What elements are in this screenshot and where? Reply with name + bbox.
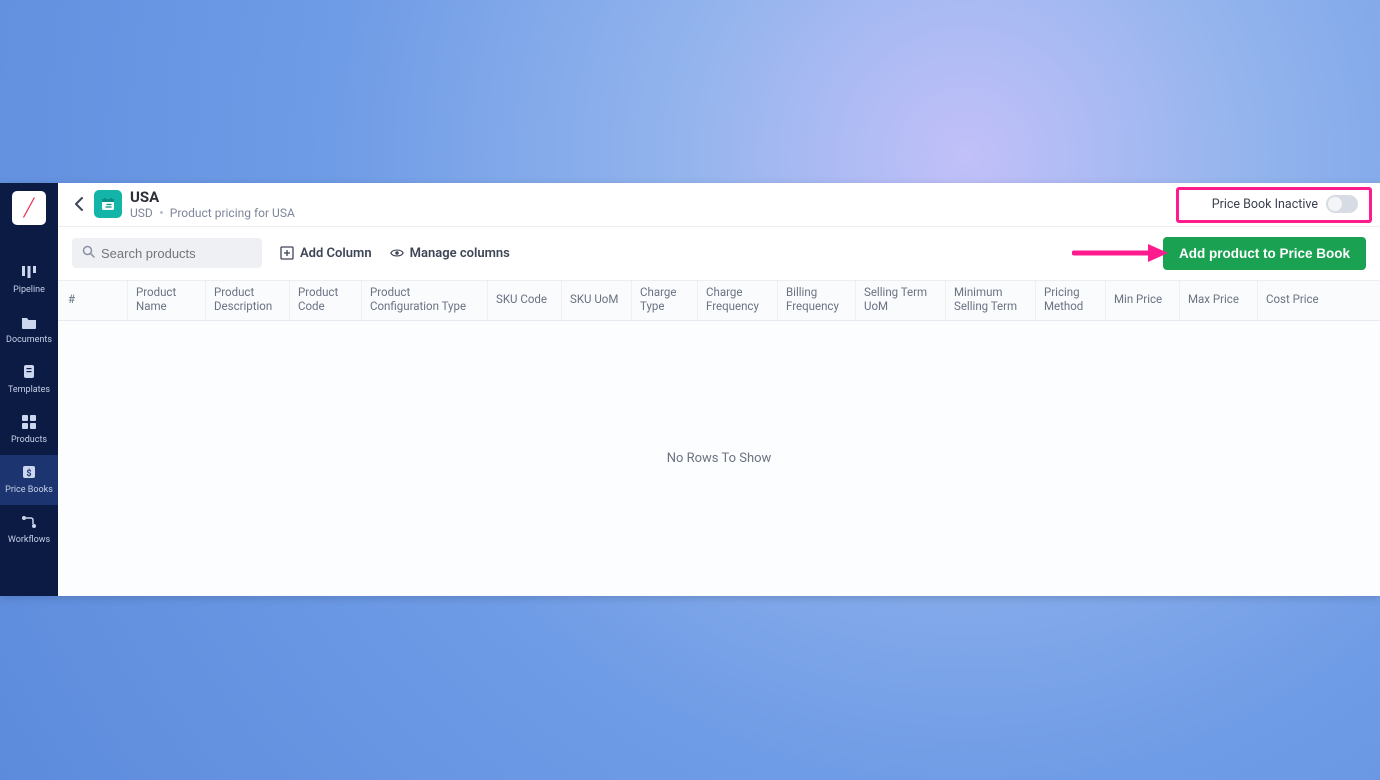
column-header[interactable]: Product Name (128, 281, 206, 320)
column-header[interactable]: Product Code (290, 281, 362, 320)
table-header-row: #Product NameProduct DescriptionProduct … (58, 281, 1380, 321)
column-header[interactable]: Pricing Method (1036, 281, 1106, 320)
toolbar: Add Column Manage columns Add product to… (58, 227, 1380, 281)
currency-label: USD (130, 206, 153, 220)
sidebar-item-documents[interactable]: Documents (0, 305, 58, 355)
manage-columns-label: Manage columns (410, 246, 510, 261)
status-toggle[interactable] (1326, 195, 1358, 213)
column-header[interactable]: Charge Type (632, 281, 698, 320)
sidebar-item-templates[interactable]: Templates (0, 355, 58, 405)
sidebar-item-workflows[interactable]: Workflows (0, 505, 58, 555)
column-header[interactable]: Cost Price (1258, 281, 1328, 320)
column-header[interactable]: Charge Frequency (698, 281, 778, 320)
sidebar-item-label: Templates (8, 385, 50, 395)
separator-dot (160, 211, 163, 214)
page-title: USA (130, 189, 295, 206)
app-logo[interactable]: / (12, 191, 46, 225)
manage-columns-button[interactable]: Manage columns (390, 246, 510, 261)
app-window: / Pipeline Documents Templates Products (0, 183, 1380, 596)
sidebar-item-products[interactable]: Products (0, 405, 58, 455)
column-header[interactable]: Billing Frequency (778, 281, 856, 320)
sidebar-item-label: Pipeline (13, 285, 45, 295)
sidebar-item-price-books[interactable]: $ Price Books (0, 455, 58, 505)
price-tag-icon: $ (20, 463, 38, 481)
kanban-icon (20, 263, 38, 281)
search-icon (82, 245, 95, 262)
column-header[interactable]: # (58, 281, 128, 320)
price-book-icon (94, 190, 122, 218)
add-column-icon (280, 246, 294, 260)
column-header[interactable]: Selling Term UoM (856, 281, 946, 320)
column-header[interactable]: Product Configuration Type (362, 281, 488, 320)
status-label: Price Book Inactive (1212, 197, 1318, 212)
status-pill: Price Book Inactive (1204, 191, 1366, 217)
svg-text:$: $ (26, 468, 31, 479)
folder-icon (20, 313, 38, 331)
page-title-block: USA USD Product pricing for USA (130, 189, 295, 220)
sidebar-item-label: Price Books (5, 485, 53, 495)
search-input[interactable] (101, 246, 252, 261)
column-header[interactable]: SKU Code (488, 281, 562, 320)
column-header[interactable]: Product Description (206, 281, 290, 320)
column-header[interactable]: Min Price (1106, 281, 1180, 320)
column-header[interactable]: Minimum Selling Term (946, 281, 1036, 320)
sidebar: / Pipeline Documents Templates Products (0, 183, 58, 596)
add-column-label: Add Column (300, 246, 372, 261)
page-header: USA USD Product pricing for USA Price Bo… (58, 183, 1380, 227)
empty-state: No Rows To Show (58, 321, 1380, 597)
layers-icon (20, 363, 38, 381)
add-column-button[interactable]: Add Column (280, 246, 372, 261)
flow-icon (20, 513, 38, 531)
main-panel: USA USD Product pricing for USA Price Bo… (58, 183, 1380, 596)
chevron-left-icon (74, 197, 84, 211)
column-header[interactable]: SKU UoM (562, 281, 632, 320)
sidebar-item-label: Products (11, 435, 47, 445)
empty-message: No Rows To Show (667, 451, 772, 466)
arrow-annotation (1072, 242, 1168, 264)
column-header[interactable]: Max Price (1180, 281, 1258, 320)
back-button[interactable] (68, 193, 90, 215)
sidebar-item-label: Workflows (8, 535, 50, 545)
eye-icon (390, 246, 404, 260)
sidebar-item-label: Documents (6, 335, 52, 345)
add-product-button[interactable]: Add product to Price Book (1163, 237, 1366, 270)
sidebar-item-pipeline[interactable]: Pipeline (0, 255, 58, 305)
page-description: Product pricing for USA (170, 206, 295, 220)
search-wrap[interactable] (72, 238, 262, 268)
grid-icon (20, 413, 38, 431)
